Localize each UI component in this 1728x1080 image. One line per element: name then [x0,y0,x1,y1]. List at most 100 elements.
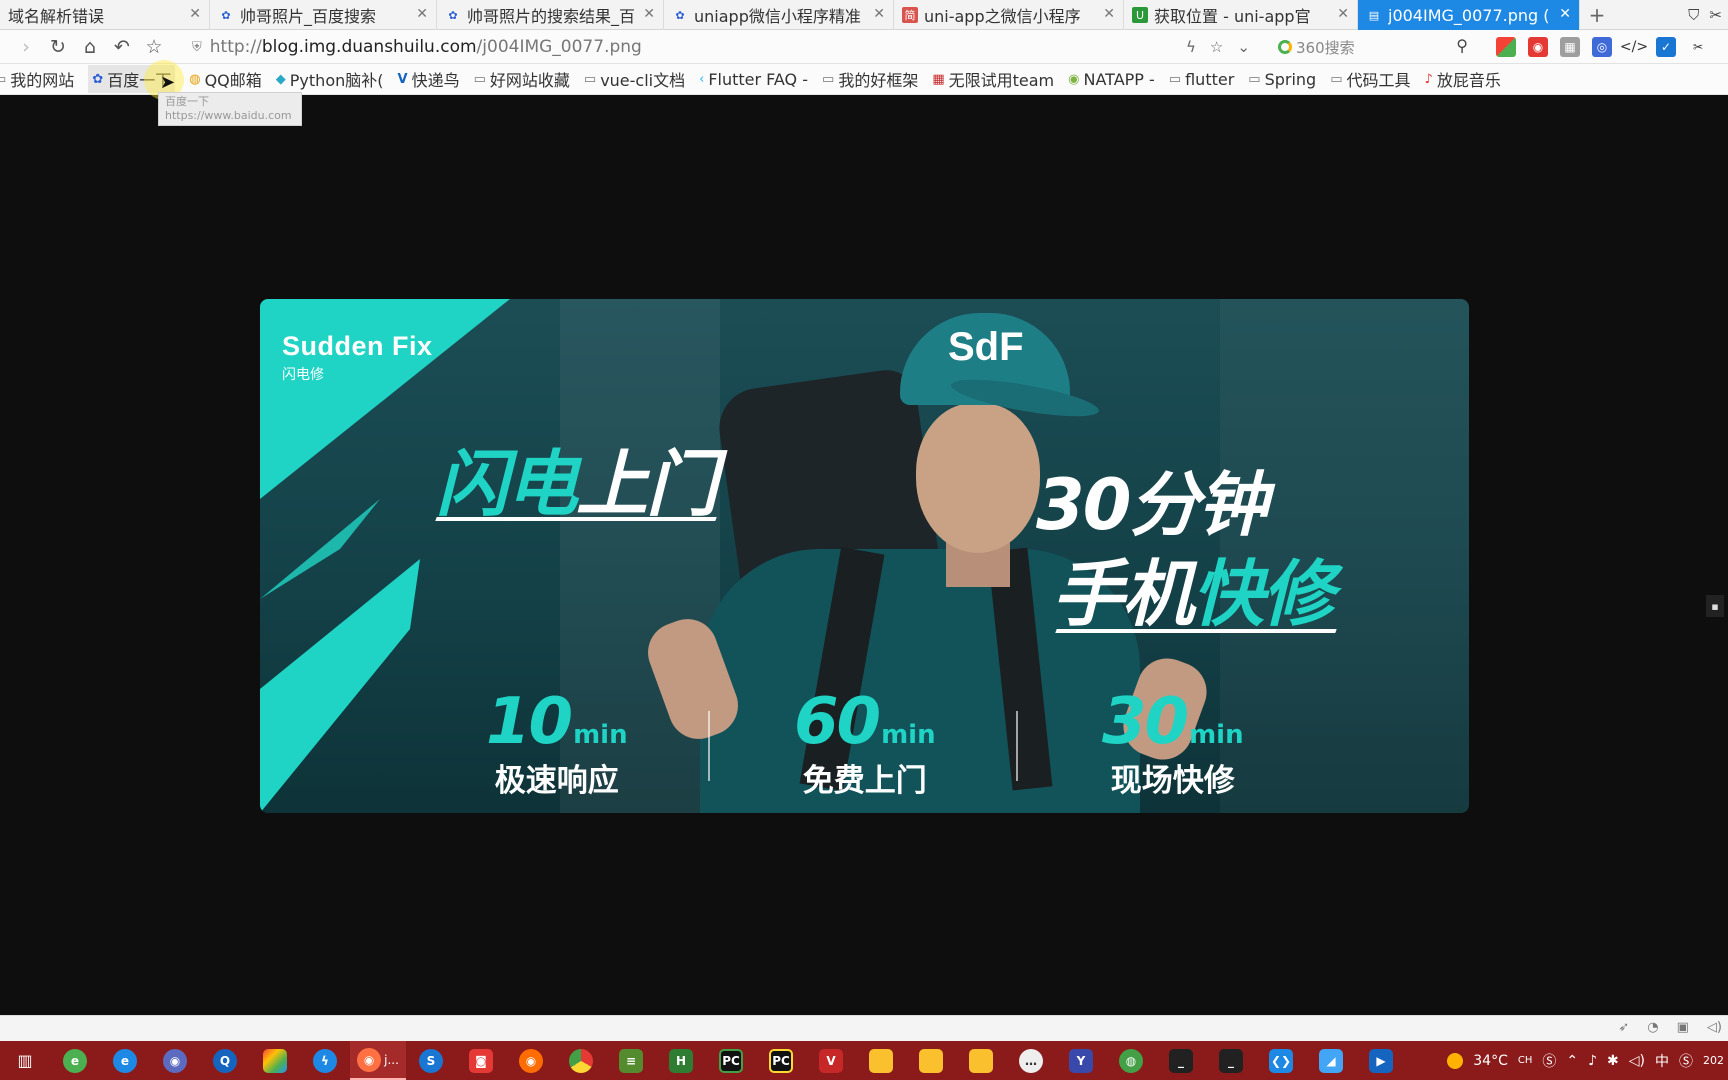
tab-uniapp-location[interactable]: U 获取位置 - uni-app官 ✕ [1124,0,1358,30]
bookmark-label: NATAPP - [1083,69,1155,89]
search-box[interactable]: 360搜索 ⚲ [1278,34,1474,60]
baidu-paw-icon: ✿ [221,8,231,22]
reload-icon[interactable]: ↻ [42,31,74,63]
network-icon[interactable]: ✱ [1607,1053,1619,1069]
close-icon[interactable]: ✕ [189,6,201,22]
undo-close-icon[interactable]: ↶ [106,31,138,63]
chevron-down-icon[interactable]: ⌄ [1237,38,1250,56]
taskbar-app[interactable]: ◢ [1306,1041,1356,1080]
home-icon[interactable]: ⌂ [74,31,106,63]
taskbar-app[interactable] [250,1041,300,1080]
tab-domain-error[interactable]: 域名解析错误 ✕ [0,0,210,30]
taskbar-app[interactable] [956,1041,1006,1080]
tab-image-active[interactable]: ▤ j004IMG_0077.png ( ✕ [1358,0,1580,30]
bookmark-natapp[interactable]: ◉ NATAPP - [1068,70,1155,89]
close-icon[interactable]: ✕ [1103,6,1115,22]
taskbar-app[interactable]: ◉ [506,1041,556,1080]
scissors-icon[interactable]: ✂ [1688,37,1708,57]
taskbar-app[interactable]: PC [756,1041,806,1080]
tab-uniapp-wechat[interactable]: ✿ uniapp微信小程序精准 ✕ [664,0,894,30]
bookmark-good-sites[interactable]: ▭ 好网站收藏 [474,67,570,91]
calculator-icon[interactable]: ▦ [1560,37,1580,57]
microphone-icon[interactable]: ♪ [1588,1053,1597,1069]
forward-icon[interactable]: › [10,31,42,63]
taskbar-app[interactable]: ◉ [150,1041,200,1080]
bookmark-flutter-faq[interactable]: ‹ Flutter FAQ - [699,70,808,89]
lightning-icon[interactable]: ϟ [1186,38,1196,56]
bookmark-flutter[interactable]: ▭ flutter [1169,70,1234,89]
bookmark-my-sites[interactable]: ▭ 我的网站 [0,67,74,91]
address-bar[interactable]: ⛨ http:// blog.img.duanshuilu.com /j004I… [192,32,1272,62]
bookmark-vue-cli[interactable]: ▭ vue-cli文档 [584,67,685,91]
speed-icon[interactable]: ◔ [1647,1020,1658,1035]
weather-temp[interactable]: 34°C [1473,1053,1508,1069]
taskbar-app[interactable]: S [406,1041,456,1080]
taskbar-app[interactable]: ≡ [606,1041,656,1080]
taskbar-app[interactable]: ❮❯ [1256,1041,1306,1080]
new-tab-button[interactable]: + [1580,0,1614,30]
rocket-icon[interactable]: ➶ [1618,1020,1629,1035]
taskbar-app[interactable]: V [806,1041,856,1080]
taskbar-app[interactable]: e [100,1041,150,1080]
taskbar-app-active[interactable]: ◉ j... [350,1041,406,1080]
taskbar-app[interactable]: Q [200,1041,250,1080]
taskbar-app[interactable]: ◙ [456,1041,506,1080]
star-icon[interactable]: ☆ [138,31,170,63]
sogou-ime-icon[interactable]: Ⓢ [1679,1051,1693,1071]
search-icon[interactable]: ⚲ [1456,36,1468,55]
tab-baidu-image-results[interactable]: ✿ 帅哥照片的搜索结果_百 ✕ [437,0,664,30]
taskbar-app[interactable]: e [50,1041,100,1080]
sogou-tray-icon[interactable]: Ⓢ [1542,1051,1556,1071]
close-icon[interactable]: ✕ [416,6,428,22]
ime-indicator[interactable]: 中 [1655,1051,1669,1071]
bookmark-music[interactable]: ♪ 放屁音乐 [1425,67,1501,91]
trash-icon[interactable]: ▣ [1677,1020,1689,1035]
volume-icon[interactable]: ◁) [1707,1020,1722,1035]
tab-baidu-search[interactable]: ✿ 帅哥照片_百度搜索 ✕ [210,0,437,30]
taskbar-app[interactable]: Y [1056,1041,1106,1080]
taskbar-app[interactable]: PC [706,1041,756,1080]
side-panel-toggle[interactable]: ▪ [1706,595,1724,617]
search-input[interactable]: 360搜索 [1296,37,1355,58]
close-icon[interactable]: ✕ [643,6,655,22]
taskbar-app[interactable]: … [1006,1041,1056,1080]
task-view-button[interactable]: ▥ [0,1041,50,1080]
apps-grid-icon[interactable] [1496,37,1516,57]
close-icon[interactable]: ✕ [1559,6,1571,22]
baidu-paw-icon: ✿ [92,71,104,87]
taskbar-app[interactable] [556,1041,606,1080]
code-icon[interactable]: </> [1620,37,1648,57]
taskbar-app[interactable]: ▶ [1356,1041,1406,1080]
ime-lang[interactable]: CH [1518,1055,1533,1066]
taskbar-app[interactable] [906,1041,956,1080]
tiles-icon [263,1048,287,1073]
security-shield-icon[interactable]: ⛨ [192,40,202,55]
bookmark-spring[interactable]: ▭ Spring [1248,70,1316,89]
bookmark-qq-mail[interactable]: ◍ QQ邮箱 [189,67,262,91]
globe-extension-icon[interactable]: ◎ [1592,37,1612,57]
taskbar-app[interactable]: H [656,1041,706,1080]
bookmark-kuaidiniao[interactable]: V 快递鸟 [398,67,460,91]
bookmark-python[interactable]: ◆ Python脑补( [276,67,384,91]
game-controller-icon[interactable]: ◉ [1528,37,1548,57]
close-icon[interactable]: ✕ [1337,6,1349,22]
scissors-icon[interactable]: ✂ [1709,6,1722,24]
weather-sun-icon[interactable] [1447,1052,1464,1069]
chevron-up-icon[interactable]: ⌃ [1566,1053,1578,1069]
bookmark-team-trial[interactable]: ▦ 无限试用team [932,67,1054,91]
taskbar-app[interactable] [856,1041,906,1080]
taskbar-app[interactable]: ◍ [1106,1041,1156,1080]
favorite-star-icon[interactable]: ☆ [1210,38,1223,56]
bookmark-code-tools[interactable]: ▭ 代码工具 [1330,67,1410,91]
shirt-skin-icon[interactable]: ⛉ [1688,6,1699,24]
clock[interactable]: 202 [1703,1054,1724,1067]
tab-jianshu-uniapp[interactable]: 简 uni-app之微信小程序 ✕ [894,0,1124,30]
shield-check-icon[interactable]: ✓ [1656,37,1676,57]
speaker-icon[interactable]: ◁) [1629,1053,1645,1069]
bookmark-frameworks[interactable]: ▭ 我的好框架 [822,67,918,91]
taskbar-app[interactable]: _ [1206,1041,1256,1080]
stat-number: 60 [794,685,881,759]
taskbar-app[interactable]: ϟ [300,1041,350,1080]
close-icon[interactable]: ✕ [873,6,885,22]
taskbar-app[interactable]: _ [1156,1041,1206,1080]
